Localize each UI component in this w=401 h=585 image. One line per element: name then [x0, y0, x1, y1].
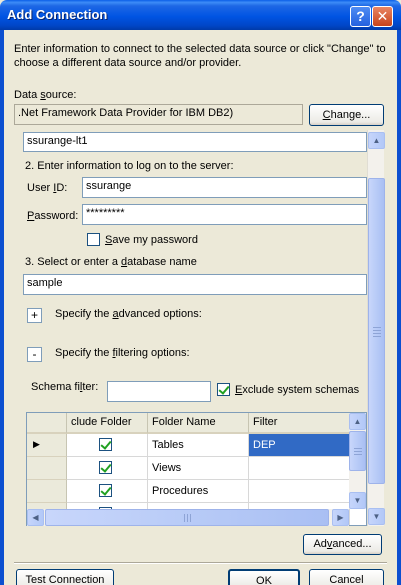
password-input[interactable]: *********: [82, 204, 367, 225]
schema-filter-input[interactable]: [107, 381, 211, 402]
current-row-arrow-icon: ▶: [33, 439, 40, 449]
arrow-up-icon: ▲: [353, 417, 362, 426]
table-row-filter[interactable]: DEP: [249, 434, 350, 457]
grid-horizontal-scrollbar[interactable]: ◀ ▶: [27, 509, 349, 526]
grid-header-folder-name[interactable]: Folder Name: [148, 413, 249, 434]
table-row-filter[interactable]: [249, 457, 350, 480]
exclude-system-schemas-label[interactable]: Exclude system schemas: [235, 384, 359, 396]
title-bar[interactable]: Add Connection ? ✕: [0, 0, 401, 30]
test-connection-button[interactable]: Test Connection: [16, 569, 114, 585]
user-id-input[interactable]: ssurange: [82, 177, 367, 198]
grid-scroll-left-button[interactable]: ◀: [27, 509, 44, 526]
user-id-label: User ID:: [27, 182, 68, 194]
window-title: Add Connection: [7, 7, 108, 22]
grid-header-filter[interactable]: Filter: [249, 413, 350, 434]
close-icon: ✕: [376, 8, 389, 24]
row-header[interactable]: [27, 480, 67, 503]
grid-vertical-scrollbar[interactable]: ▲ ▼: [349, 413, 366, 509]
cancel-button[interactable]: Cancel: [309, 569, 384, 585]
window-frame-left: [0, 30, 4, 585]
advanced-options-label: Specify the advanced options:: [55, 308, 202, 320]
grid-vertical-scroll-thumb[interactable]: [349, 431, 366, 471]
panel-scroll-down-button[interactable]: ▼: [368, 508, 385, 525]
grid-scroll-down-button[interactable]: ▼: [349, 492, 366, 509]
database-name-input[interactable]: sample: [23, 274, 367, 295]
server-name-input[interactable]: ssurange-lt1: [23, 132, 367, 152]
include-folder-checkbox[interactable]: [99, 484, 112, 497]
database-heading: 3. Select or enter a database name: [25, 256, 197, 268]
data-source-field: .Net Framework Data Provider for IBM DB2…: [14, 104, 303, 125]
table-row-folder-name[interactable]: Procedures: [148, 480, 249, 503]
panel-vertical-scrollbar[interactable]: ▲ ▼: [367, 130, 385, 526]
close-button[interactable]: ✕: [372, 6, 393, 27]
schema-filter-label: Schema filter:: [31, 381, 99, 393]
intro-text: Enter information to connect to the sele…: [14, 43, 386, 69]
row-header[interactable]: [27, 457, 67, 480]
logon-heading: 2. Enter information to log on to the se…: [25, 160, 234, 172]
arrow-up-icon: ▲: [372, 136, 381, 145]
row-header[interactable]: ▶: [27, 434, 67, 457]
grid-corner-header: [27, 413, 67, 434]
grid-scroll-up-button[interactable]: ▲: [349, 413, 366, 430]
filtering-options-expander[interactable]: -: [27, 347, 42, 362]
arrow-down-icon: ▼: [372, 512, 381, 521]
advanced-button[interactable]: Advanced...: [303, 534, 382, 555]
table-row-folder-name[interactable]: Tables: [148, 434, 249, 457]
arrow-right-icon: ▶: [337, 513, 344, 522]
advanced-options-expander[interactable]: +: [27, 308, 42, 323]
table-row-filter[interactable]: [249, 480, 350, 503]
table-row-include-cell[interactable]: [67, 480, 148, 503]
panel-vertical-scroll-thumb[interactable]: [368, 178, 385, 484]
table-row-include-cell[interactable]: [67, 457, 148, 480]
password-label: Password:: [27, 210, 79, 222]
arrow-down-icon: ▼: [353, 496, 362, 505]
table-row-folder-name[interactable]: Views: [148, 457, 249, 480]
panel-scroll-up-button[interactable]: ▲: [368, 132, 385, 149]
grid-horizontal-scroll-thumb[interactable]: [45, 509, 329, 526]
table-row-include-cell[interactable]: [67, 434, 148, 457]
grid-scroll-right-button[interactable]: ▶: [332, 509, 349, 526]
data-source-label: Data source:: [14, 89, 77, 101]
save-password-checkbox[interactable]: [87, 233, 100, 246]
include-folder-checkbox[interactable]: [99, 438, 112, 451]
grid-header-include-folder[interactable]: clude Folder: [67, 413, 148, 434]
change-button[interactable]: Change...: [309, 104, 384, 126]
arrow-left-icon: ◀: [32, 513, 39, 522]
footer-separator: [14, 562, 387, 564]
exclude-system-schemas-checkbox[interactable]: [217, 383, 230, 396]
save-password-label[interactable]: Save my password: [105, 234, 198, 246]
ok-button[interactable]: OK: [228, 569, 300, 585]
window-frame-right: [397, 30, 401, 585]
help-button[interactable]: ?: [350, 6, 371, 27]
include-folder-checkbox[interactable]: [99, 461, 112, 474]
help-icon: ?: [356, 8, 365, 24]
filtering-options-label: Specify the filtering options:: [55, 347, 190, 359]
